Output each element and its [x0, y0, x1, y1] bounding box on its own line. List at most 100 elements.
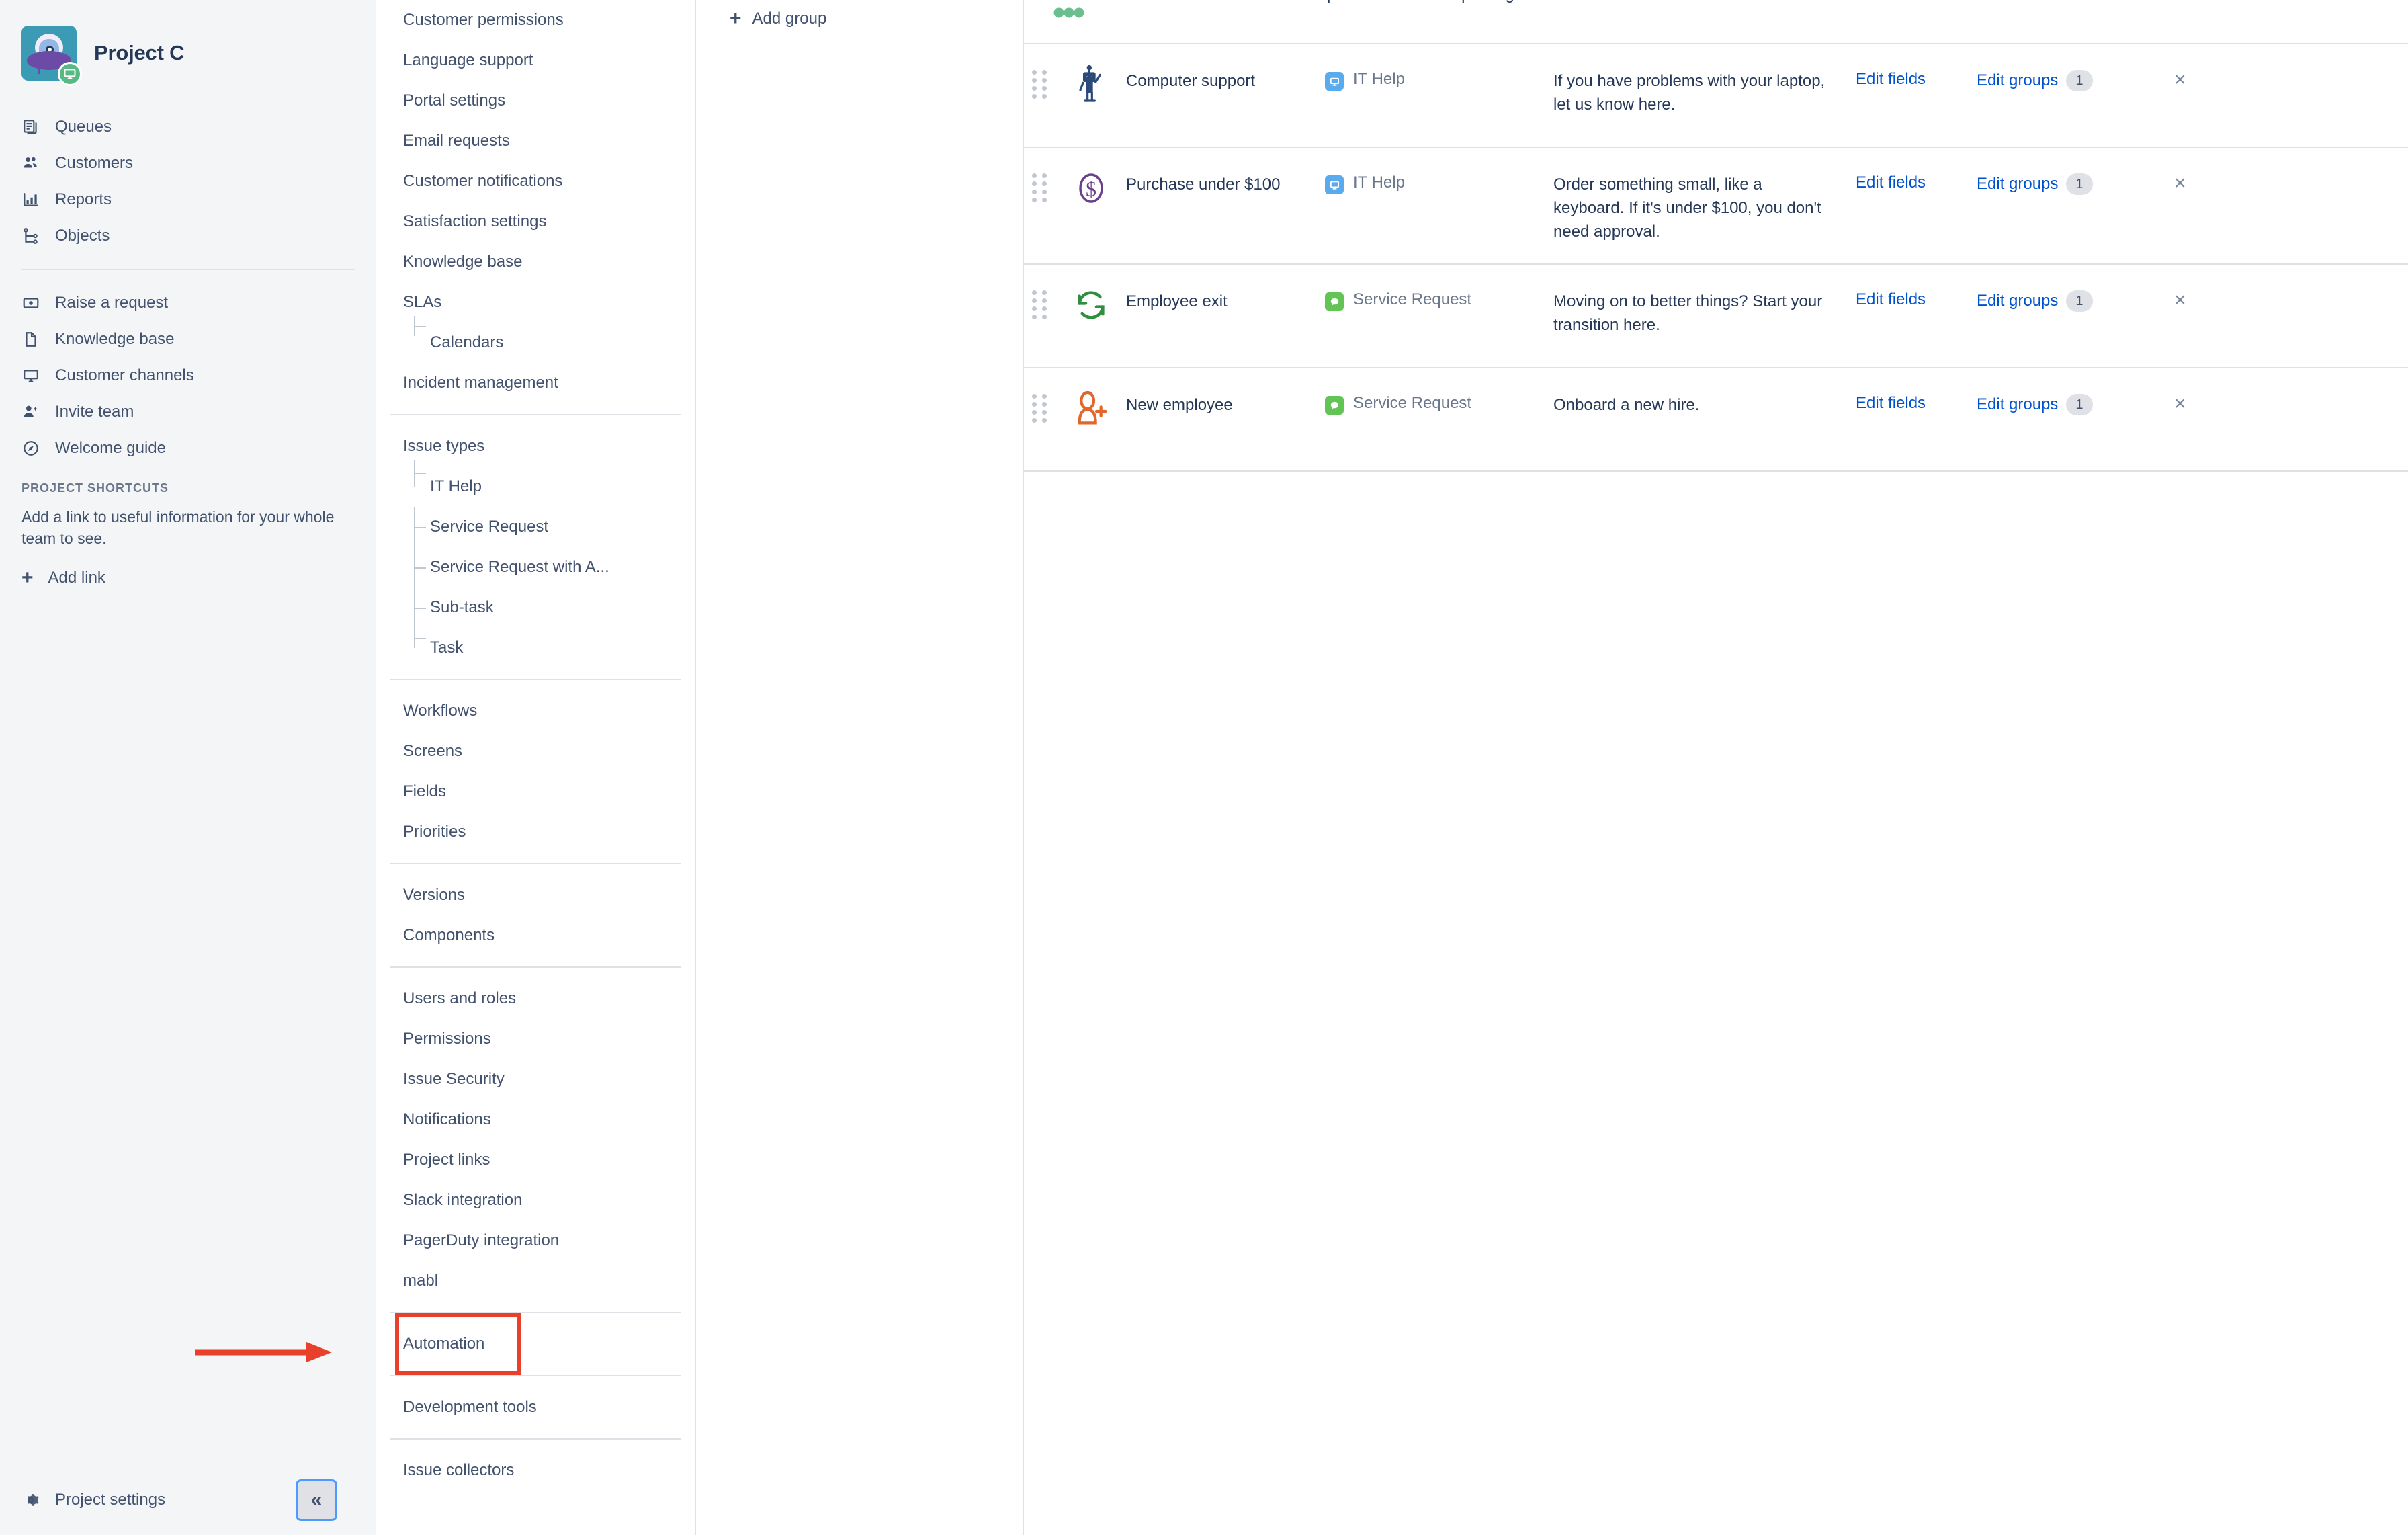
settings-item-incident-management[interactable]: Incident management	[376, 363, 695, 403]
edit-groups-link[interactable]: Edit groups 1	[1977, 70, 2145, 91]
gear-icon	[22, 1491, 40, 1509]
settings-item-issue-type-service-request-with-approvals[interactable]: Service Request with A...	[376, 547, 695, 587]
settings-item-issue-collectors[interactable]: Issue collectors	[376, 1450, 695, 1491]
settings-item-email-requests[interactable]: Email requests	[376, 121, 695, 161]
project-settings-menu: Customer permissions Language support Po…	[376, 0, 696, 1535]
remove-request-type-button[interactable]: ×	[2174, 173, 2186, 194]
settings-item-label: Calendars	[430, 333, 503, 352]
settings-item-knowledge-base[interactable]: Knowledge base	[376, 242, 695, 282]
table-row[interactable]: Employee exit Service Request Moving on …	[1024, 263, 2408, 367]
settings-divider	[390, 414, 681, 415]
sidebar-item-label: Invite team	[55, 403, 134, 421]
sidebar-item-queues[interactable]: Queues	[0, 109, 376, 145]
settings-item-label: Email requests	[403, 132, 510, 151]
settings-item-priorities[interactable]: Priorities	[376, 812, 695, 852]
settings-item-automation[interactable]: Automation	[376, 1324, 695, 1364]
add-link-button[interactable]: + Add link	[0, 549, 376, 588]
table-row[interactable]: $ Purchase under $100 IT Help Order some…	[1024, 147, 2408, 263]
settings-item-notifications[interactable]: Notifications	[376, 1100, 695, 1140]
sidebar-item-label: Queues	[55, 118, 112, 136]
drag-handle-icon[interactable]	[1024, 165, 1056, 202]
settings-item-versions[interactable]: Versions	[376, 875, 695, 915]
settings-item-issue-security[interactable]: Issue Security	[376, 1059, 695, 1100]
settings-item-label: Project links	[403, 1151, 490, 1169]
sidebar-divider	[22, 269, 355, 270]
plus-icon: +	[730, 9, 742, 29]
add-group-button[interactable]: + Add group	[696, 0, 1023, 38]
sidebar-item-knowledge-base[interactable]: Knowledge base	[0, 321, 376, 358]
table-row[interactable]: Computer support IT Help If you have pro…	[1024, 43, 2408, 147]
table-row[interactable]: New employee Service Request Onboard a n…	[1024, 367, 2408, 470]
drag-handle-icon[interactable]	[1024, 62, 1056, 99]
edit-fields-link[interactable]: Edit fields	[1856, 70, 1977, 89]
sidebar-item-raise-a-request[interactable]: Raise a request	[0, 285, 376, 321]
add-link-label: Add link	[48, 569, 105, 587]
settings-item-development-tools[interactable]: Development tools	[376, 1387, 695, 1427]
app-root: Project C Queues	[0, 0, 2408, 1535]
edit-groups-label: Edit groups	[1977, 395, 2058, 414]
drag-handle-icon[interactable]	[1024, 282, 1056, 319]
settings-item-project-links[interactable]: Project links	[376, 1140, 695, 1180]
settings-item-mabl[interactable]: mabl	[376, 1261, 695, 1301]
settings-divider	[390, 1438, 681, 1440]
settings-item-label: Fields	[403, 782, 446, 801]
welcome-guide-icon	[22, 439, 40, 458]
sidebar-item-objects[interactable]: Objects	[0, 218, 376, 254]
settings-item-label: Slack integration	[403, 1191, 522, 1210]
settings-item-permissions[interactable]: Permissions	[376, 1019, 695, 1059]
settings-item-label: Portal settings	[403, 91, 505, 110]
settings-item-customer-permissions[interactable]: Customer permissions	[376, 0, 695, 40]
edit-fields-link[interactable]: Edit fields	[1856, 290, 1977, 309]
drag-handle-icon[interactable]	[1024, 386, 1056, 423]
settings-item-label: Language support	[403, 51, 533, 70]
settings-item-label: Components	[403, 926, 494, 945]
settings-item-slack-integration[interactable]: Slack integration	[376, 1180, 695, 1220]
settings-item-label: Sub-task	[430, 598, 494, 617]
settings-item-users-and-roles[interactable]: Users and roles	[376, 979, 695, 1019]
collapse-sidebar-button[interactable]: «	[296, 1479, 337, 1521]
settings-item-label: Service Request with A...	[430, 558, 609, 577]
settings-item-satisfaction-settings[interactable]: Satisfaction settings	[376, 202, 695, 242]
settings-item-language-support[interactable]: Language support	[376, 40, 695, 81]
settings-item-portal-settings[interactable]: Portal settings	[376, 81, 695, 121]
settings-item-label: Issue Security	[403, 1070, 505, 1089]
edit-groups-link[interactable]: Edit groups 1	[1977, 173, 2145, 195]
edit-groups-link[interactable]: Edit groups 1	[1977, 394, 2145, 415]
remove-request-type-button[interactable]: ×	[2174, 394, 2186, 414]
settings-item-screens[interactable]: Screens	[376, 731, 695, 772]
remove-request-type-button[interactable]: ×	[2174, 70, 2186, 90]
settings-item-customer-notifications[interactable]: Customer notifications	[376, 161, 695, 202]
sidebar-item-reports[interactable]: Reports	[0, 181, 376, 218]
sidebar-primary-nav: Queues Customers	[0, 109, 376, 254]
settings-item-calendars[interactable]: Calendars	[376, 323, 695, 363]
table-row-partial-description: help with the Wi-Fi or printing.	[1305, 0, 1518, 4]
sidebar-item-invite-team[interactable]: Invite team	[0, 394, 376, 430]
issue-type-label: Service Request	[1353, 394, 1471, 413]
settings-item-fields[interactable]: Fields	[376, 772, 695, 812]
row-actions: Edit fields Edit groups 1 ×	[1856, 386, 2408, 415]
settings-item-issue-type-it-help[interactable]: IT Help	[376, 466, 695, 507]
sidebar-item-welcome-guide[interactable]: Welcome guide	[0, 430, 376, 466]
edit-groups-link[interactable]: Edit groups 1	[1977, 290, 2145, 312]
settings-item-label: PagerDuty integration	[403, 1231, 559, 1250]
settings-item-issue-type-task[interactable]: Task	[376, 628, 695, 668]
request-type-name: Employee exit	[1126, 282, 1325, 314]
settings-item-components[interactable]: Components	[376, 915, 695, 956]
sidebar-item-customers[interactable]: Customers	[0, 145, 376, 181]
edit-groups-label: Edit groups	[1977, 175, 2058, 194]
issue-type-label: IT Help	[1353, 173, 1405, 192]
request-types-table: help with the Wi-Fi or printing. Compute…	[1024, 0, 2408, 1535]
settings-item-workflows[interactable]: Workflows	[376, 691, 695, 731]
row-actions: Edit fields Edit groups 1 ×	[1856, 282, 2408, 312]
edit-fields-link[interactable]: Edit fields	[1856, 173, 1977, 192]
tree-connector	[414, 547, 425, 587]
settings-item-pagerduty-integration[interactable]: PagerDuty integration	[376, 1220, 695, 1261]
double-chevron-left-icon: «	[311, 1489, 322, 1511]
sidebar-item-label: Customer channels	[55, 366, 194, 385]
settings-item-issue-type-service-request[interactable]: Service Request	[376, 507, 695, 547]
settings-item-label: Incident management	[403, 374, 558, 392]
settings-item-issue-type-sub-task[interactable]: Sub-task	[376, 587, 695, 628]
sidebar-item-customer-channels[interactable]: Customer channels	[0, 358, 376, 394]
edit-fields-link[interactable]: Edit fields	[1856, 394, 1977, 413]
remove-request-type-button[interactable]: ×	[2174, 290, 2186, 310]
